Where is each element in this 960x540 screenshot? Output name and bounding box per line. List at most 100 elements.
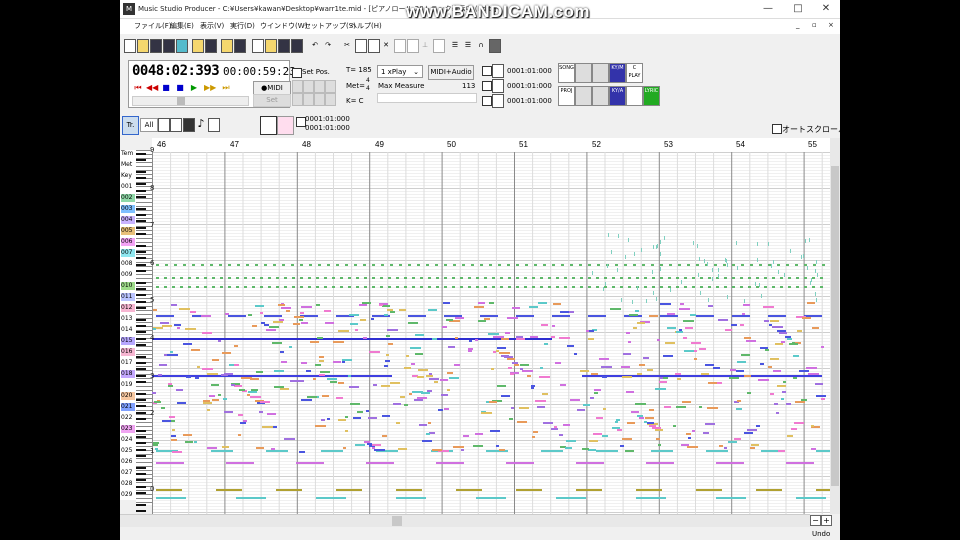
note[interactable] bbox=[386, 354, 389, 356]
note[interactable] bbox=[647, 369, 653, 371]
note[interactable] bbox=[641, 248, 642, 252]
note[interactable] bbox=[678, 264, 681, 266]
note[interactable] bbox=[234, 345, 238, 347]
note[interactable] bbox=[644, 277, 647, 279]
note[interactable] bbox=[330, 381, 337, 383]
note[interactable] bbox=[760, 347, 768, 349]
note[interactable] bbox=[218, 340, 221, 342]
note[interactable] bbox=[707, 407, 718, 409]
note[interactable] bbox=[226, 462, 254, 464]
note[interactable] bbox=[756, 425, 760, 427]
black-key[interactable] bbox=[136, 171, 146, 173]
black-key[interactable] bbox=[136, 467, 146, 469]
note[interactable] bbox=[761, 294, 762, 298]
note[interactable] bbox=[381, 264, 384, 266]
pad[interactable] bbox=[303, 93, 314, 106]
play-icon[interactable]: ▶ bbox=[188, 82, 200, 93]
white-key[interactable] bbox=[136, 290, 152, 291]
black-key[interactable] bbox=[136, 486, 146, 488]
track-label[interactable]: 005 bbox=[121, 227, 135, 235]
save-project-icon[interactable] bbox=[205, 39, 217, 53]
inner-close-button[interactable]: × bbox=[828, 21, 834, 29]
note[interactable] bbox=[636, 497, 666, 499]
black-key[interactable] bbox=[136, 307, 146, 309]
black-key[interactable] bbox=[136, 504, 146, 506]
note[interactable] bbox=[415, 334, 424, 336]
note[interactable] bbox=[742, 313, 745, 315]
note[interactable] bbox=[251, 389, 258, 391]
max-measure-slider[interactable] bbox=[377, 93, 477, 103]
note[interactable] bbox=[700, 291, 701, 295]
note[interactable] bbox=[580, 277, 583, 279]
note[interactable] bbox=[769, 324, 772, 326]
note[interactable] bbox=[667, 327, 676, 329]
note[interactable] bbox=[381, 385, 390, 387]
note[interactable] bbox=[748, 286, 751, 288]
track-label[interactable]: 008 bbox=[121, 260, 135, 268]
note[interactable] bbox=[436, 277, 439, 279]
note[interactable] bbox=[300, 312, 304, 314]
note[interactable] bbox=[250, 378, 259, 380]
note[interactable] bbox=[497, 385, 506, 387]
note[interactable] bbox=[596, 417, 603, 419]
select-tool-icon[interactable] bbox=[260, 116, 277, 135]
note[interactable] bbox=[543, 422, 553, 424]
menu-help[interactable]: ヘルプ(H) bbox=[350, 21, 382, 31]
note[interactable] bbox=[272, 342, 282, 344]
note[interactable] bbox=[740, 286, 743, 288]
note[interactable] bbox=[171, 304, 177, 306]
note[interactable] bbox=[412, 277, 415, 279]
note[interactable] bbox=[415, 353, 423, 355]
white-key[interactable] bbox=[136, 358, 152, 359]
track-label[interactable]: 026 bbox=[121, 458, 135, 466]
note[interactable] bbox=[696, 489, 722, 491]
note[interactable] bbox=[741, 264, 744, 266]
note[interactable] bbox=[349, 386, 359, 388]
note[interactable] bbox=[658, 444, 661, 446]
note[interactable] bbox=[492, 277, 495, 279]
note[interactable] bbox=[636, 489, 662, 491]
note[interactable] bbox=[764, 277, 767, 279]
maximize-button[interactable]: □ bbox=[786, 1, 810, 17]
note[interactable] bbox=[473, 445, 483, 447]
note[interactable] bbox=[256, 447, 264, 449]
note[interactable] bbox=[729, 377, 739, 379]
white-key[interactable] bbox=[136, 286, 152, 287]
note[interactable] bbox=[197, 366, 200, 368]
note[interactable] bbox=[468, 286, 471, 288]
note[interactable] bbox=[784, 273, 785, 277]
note[interactable] bbox=[204, 286, 207, 288]
pad[interactable] bbox=[325, 80, 336, 93]
note[interactable] bbox=[240, 422, 246, 424]
note[interactable] bbox=[736, 241, 737, 245]
note[interactable] bbox=[386, 335, 390, 337]
note[interactable] bbox=[796, 497, 826, 499]
note[interactable] bbox=[388, 286, 391, 288]
note[interactable] bbox=[172, 286, 175, 288]
white-key[interactable] bbox=[136, 462, 152, 463]
note[interactable] bbox=[807, 302, 815, 304]
note[interactable] bbox=[315, 425, 326, 427]
note[interactable] bbox=[682, 401, 691, 403]
note[interactable] bbox=[777, 264, 780, 266]
track-label[interactable]: 016 bbox=[121, 348, 135, 356]
black-key[interactable] bbox=[136, 368, 146, 370]
note[interactable] bbox=[460, 286, 463, 288]
note[interactable] bbox=[372, 286, 375, 288]
note[interactable] bbox=[243, 420, 247, 422]
note[interactable] bbox=[812, 327, 819, 329]
setpos-checkbox[interactable] bbox=[292, 68, 302, 78]
note[interactable] bbox=[468, 348, 473, 350]
note[interactable] bbox=[336, 489, 362, 491]
track-label[interactable]: 009 bbox=[121, 271, 135, 279]
note[interactable] bbox=[679, 329, 682, 331]
counter-checkbox-1[interactable] bbox=[482, 66, 492, 76]
inner-minimize-button[interactable]: _ bbox=[796, 21, 800, 29]
note[interactable] bbox=[538, 302, 547, 304]
pause-icon[interactable]: ■ bbox=[174, 82, 186, 93]
note[interactable] bbox=[512, 307, 520, 309]
note[interactable] bbox=[768, 366, 772, 368]
note[interactable] bbox=[499, 449, 505, 451]
note[interactable] bbox=[821, 398, 825, 400]
note[interactable] bbox=[612, 277, 615, 279]
